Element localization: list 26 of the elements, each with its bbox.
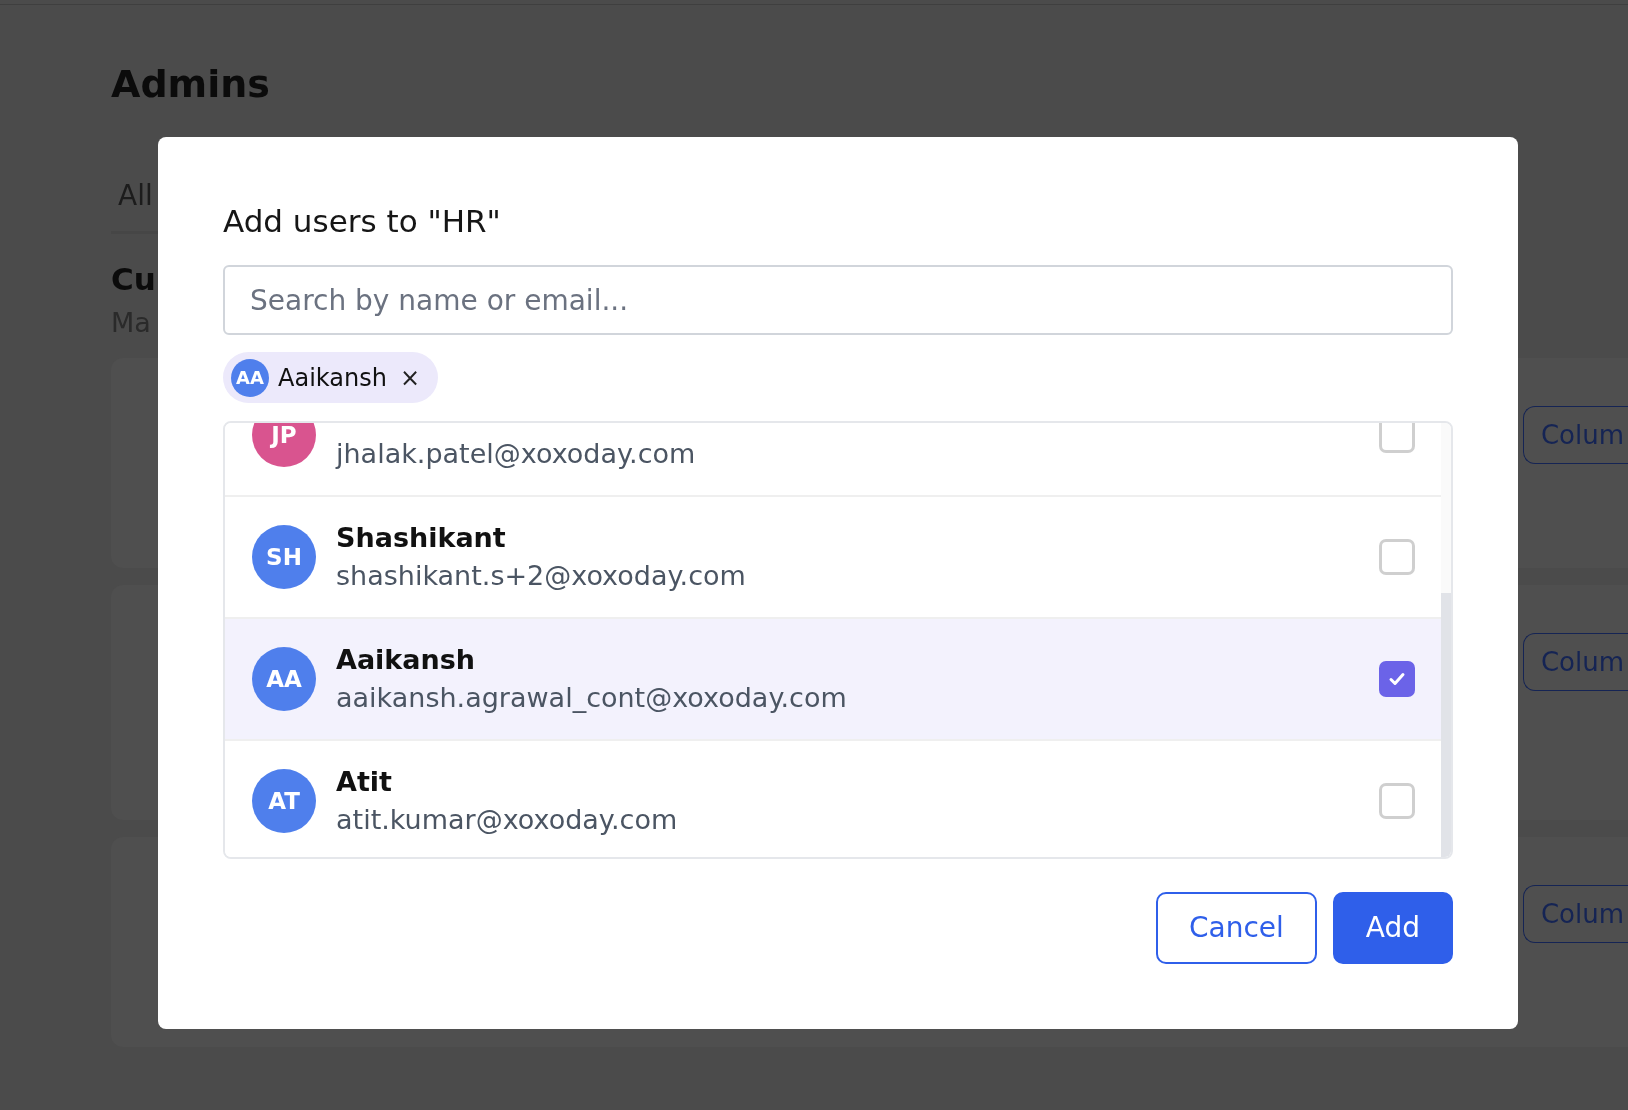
add-button[interactable]: Add (1332, 892, 1453, 964)
chip-label: Aaikansh (278, 362, 387, 394)
avatar: AA (252, 647, 316, 711)
scrollbar-thumb[interactable] (1441, 593, 1451, 857)
section-title: Cu (111, 264, 156, 295)
user-row[interactable]: AA Aaikansh aaikansh.agrawal_cont@xoxoday.com (225, 619, 1441, 741)
checkbox[interactable] (1379, 783, 1415, 819)
checkbox[interactable] (1379, 661, 1415, 697)
checkbox[interactable] (1379, 423, 1415, 453)
user-email: aaikansh.agrawal_cont@xoxoday.com (336, 681, 847, 715)
dialog-title: Add users to "HR" (223, 202, 502, 241)
user-email: jhalak.patel@xoxoday.com (336, 437, 696, 471)
avatar: AA (231, 358, 269, 397)
user-name: Shashikant (336, 521, 506, 555)
user-name: Atit (336, 765, 392, 799)
avatar: JP (252, 423, 316, 467)
search-field[interactable]: Search by name or email... (223, 265, 1453, 335)
page-title: Admins (111, 65, 271, 103)
user-email: shashikant.s+2@xoxoday.com (336, 559, 746, 593)
user-name: Aaikansh (336, 643, 476, 677)
avatar: SH (252, 525, 316, 589)
avatar: AT (252, 769, 316, 833)
cancel-button[interactable]: Cancel (1155, 892, 1317, 964)
user-row[interactable]: JP jhalak.patel@xoxoday.com (225, 423, 1441, 497)
checkbox[interactable] (1379, 539, 1415, 575)
user-email: atit.kumar@xoxoday.com (336, 803, 678, 837)
